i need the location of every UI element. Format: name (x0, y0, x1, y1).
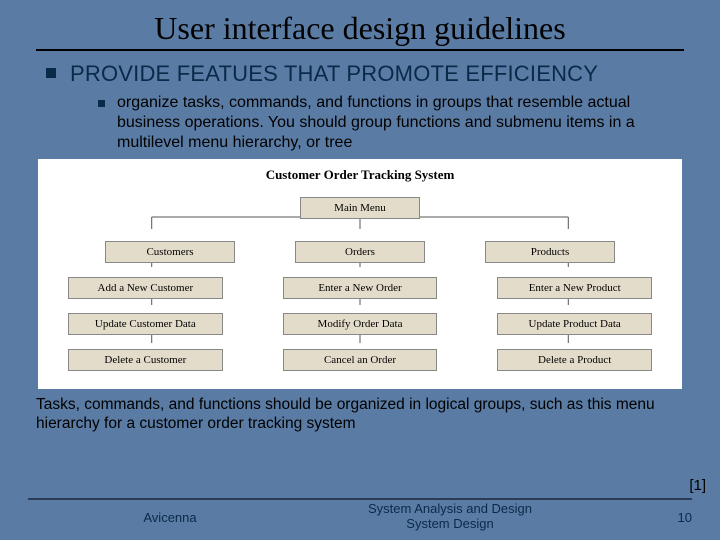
node-modify-order: Modify Order Data (283, 313, 438, 335)
node-update-product: Update Product Data (497, 313, 652, 335)
slide-title: User interface design guidelines (68, 10, 652, 47)
node-main-menu: Main Menu (300, 197, 420, 219)
node-delete-customer: Delete a Customer (68, 349, 223, 371)
title-underline (36, 49, 684, 51)
node-update-customer: Update Customer Data (68, 313, 223, 335)
node-enter-product: Enter a New Product (497, 277, 652, 299)
menu-hierarchy-diagram: Customer Order Tracking System Main Menu… (38, 159, 682, 389)
reference-marker: [1] (689, 477, 706, 494)
node-add-customer: Add a New Customer (68, 277, 223, 299)
footer-author: Avicenna (0, 510, 260, 525)
square-bullet-small-icon (98, 100, 105, 107)
bullet1-text: PROVIDE FEATUES THAT PROMOTE EFFICIENCY (70, 61, 598, 87)
footer-course-line1: System Analysis and Design (260, 502, 640, 517)
bullet-level1: PROVIDE FEATUES THAT PROMOTE EFFICIENCY (46, 61, 692, 87)
diagram-title: Customer Order Tracking System (38, 167, 682, 183)
slide: User interface design guidelines PROVIDE… (0, 0, 720, 540)
node-delete-product: Delete a Product (497, 349, 652, 371)
footer-course-line2: System Design (260, 517, 640, 532)
square-bullet-icon (46, 68, 56, 78)
node-orders: Orders (295, 241, 425, 263)
node-products: Products (485, 241, 615, 263)
diagram-caption: Tasks, commands, and functions should be… (36, 395, 684, 434)
node-customers: Customers (105, 241, 235, 263)
slide-footer: Avicenna System Analysis and Design Syst… (0, 502, 720, 532)
bullet-level2: organize tasks, commands, and functions … (98, 93, 652, 153)
footer-center: System Analysis and Design System Design (260, 502, 640, 532)
bullet2-text: organize tasks, commands, and functions … (117, 93, 652, 153)
node-enter-order: Enter a New Order (283, 277, 438, 299)
footer-page-number: 10 (640, 510, 720, 525)
footer-rule (28, 498, 692, 500)
node-cancel-order: Cancel an Order (283, 349, 438, 371)
